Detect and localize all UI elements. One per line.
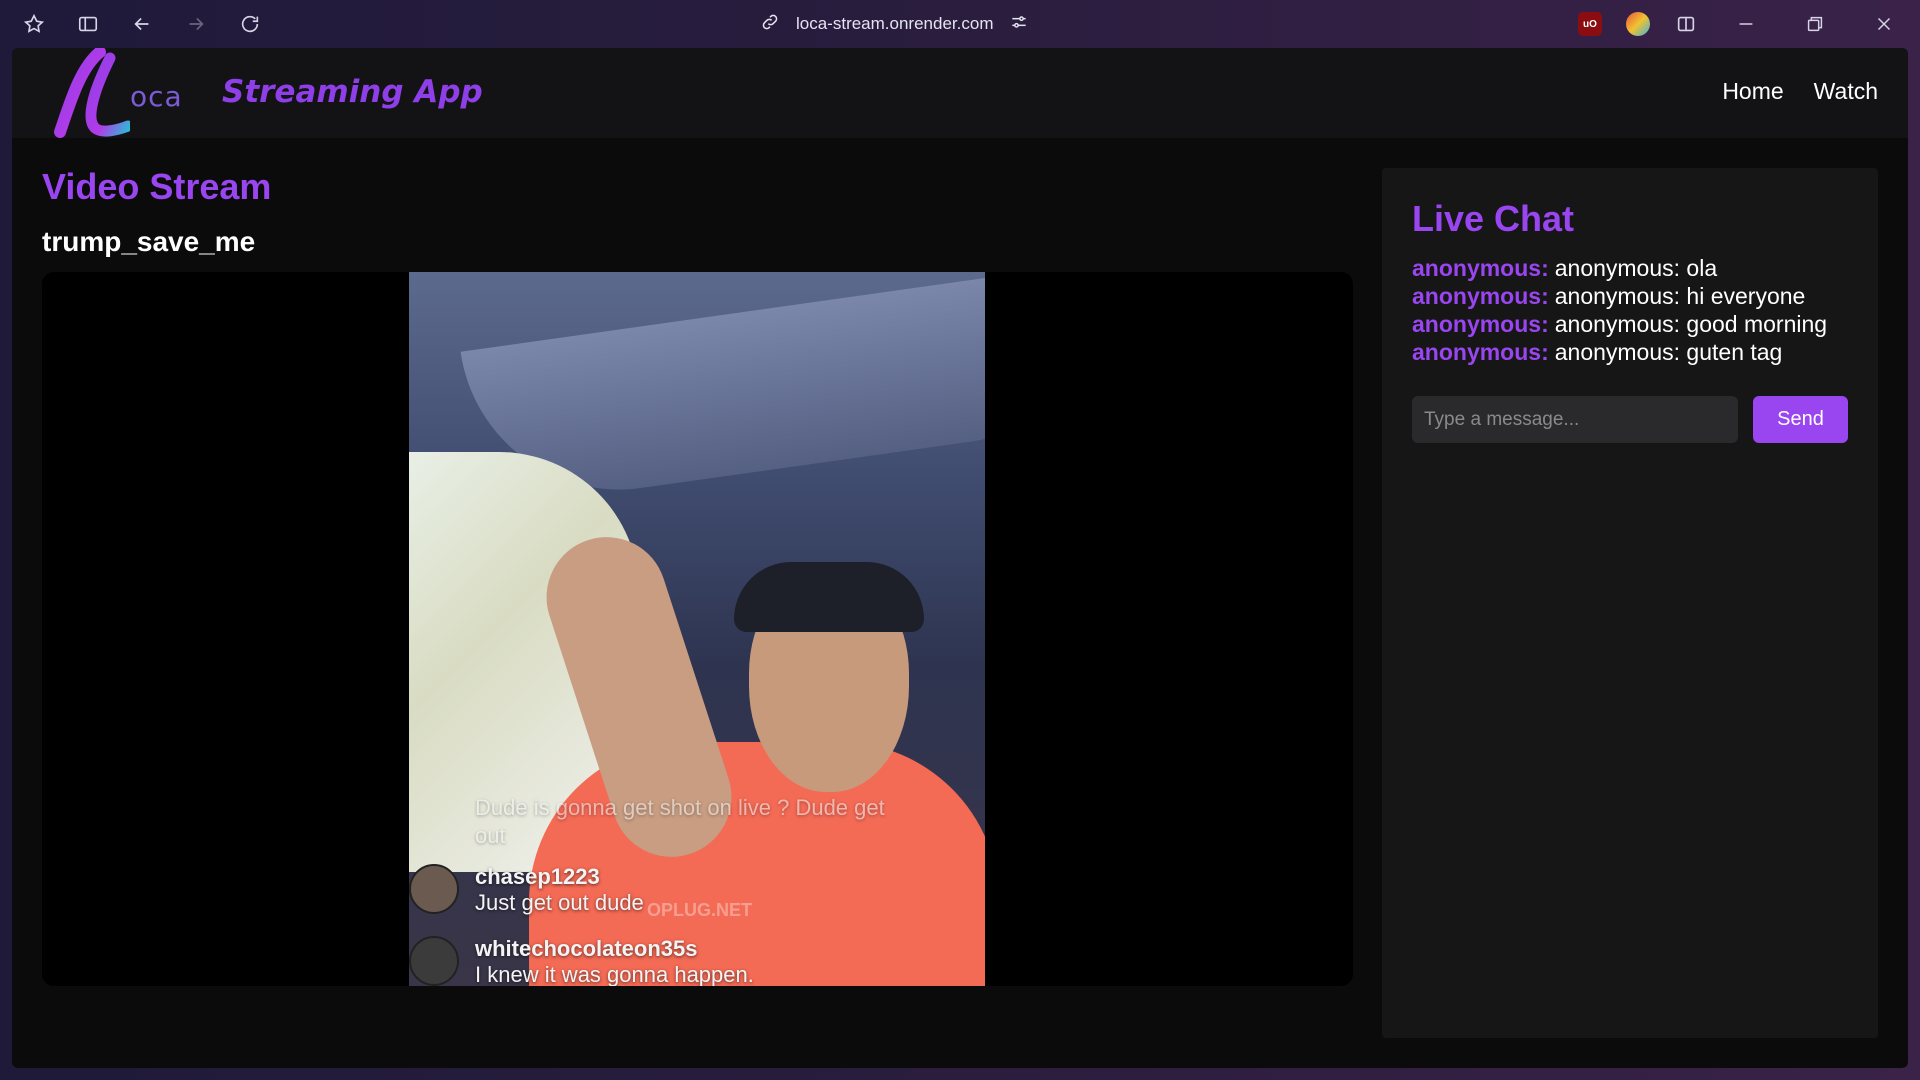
nav-links: Home Watch [1722,78,1878,105]
nav-home-link[interactable]: Home [1722,78,1783,105]
chat-message-author: anonymous: [1412,311,1549,337]
nav-watch-link[interactable]: Watch [1814,78,1878,105]
chat-message: anonymous: anonymous: good morning [1412,310,1862,338]
minimize-icon[interactable] [1732,10,1760,38]
chat-message: anonymous: anonymous: hi everyone [1412,282,1862,310]
video-stream-title: Video Stream [42,166,272,207]
chat-message-text: anonymous: guten tag [1554,339,1783,365]
video-watermark: OPLUG.NET [647,900,753,920]
live-chat-title: Live Chat [1412,198,1575,239]
logo-text: oca [130,80,183,113]
commenter-avatar [409,864,459,914]
overlay-comment-user: whitechocolateon35s [475,936,698,961]
chat-message-author: anonymous: [1412,255,1549,281]
browser-menu-icon[interactable] [20,10,48,38]
chat-message-author: anonymous: [1412,283,1549,309]
send-button[interactable]: Send [1753,396,1848,443]
app-title: Streaming App [222,74,483,110]
back-icon[interactable] [128,10,156,38]
app-logo[interactable]: oca [50,48,183,138]
logo-mark-icon [54,48,134,138]
video-frame[interactable]: Dude is gonna get shot on live ? Dude ge… [409,272,985,986]
link-icon [760,12,780,37]
chat-message-author: anonymous: [1412,339,1549,365]
live-chat-panel: Live Chat anonymous: anonymous: ola anony… [1382,168,1878,1038]
chat-message: anonymous: anonymous: ola [1412,254,1862,282]
chat-messages: anonymous: anonymous: ola anonymous: anony… [1412,254,1862,366]
browser-toolbar: loca-stream.onrender.com uO [0,0,1920,48]
chat-message: anonymous: anonymous: guten tag [1412,338,1862,366]
top-navbar: oca Streaming App Home Watch [12,48,1908,138]
url-text[interactable]: loca-stream.onrender.com [796,14,993,34]
chat-message-text: anonymous: hi everyone [1554,283,1806,309]
video-player[interactable]: Dude is gonna get shot on live ? Dude ge… [42,272,1353,986]
chat-message-input[interactable] [1412,396,1738,443]
restore-icon[interactable] [1801,10,1829,38]
split-view-icon[interactable] [1672,10,1700,38]
reload-icon[interactable] [236,10,264,38]
overlay-comment: Dude is gonna get shot on live ? Dude ge… [475,794,895,850]
stream-section: Video Stream trump_save_me [42,166,1354,258]
video-scene-cap [734,562,924,632]
close-window-icon[interactable] [1870,10,1898,38]
web-page: oca Streaming App Home Watch Video Strea… [12,48,1908,1068]
commenter-avatar [409,936,459,986]
extension-icon[interactable] [1626,12,1650,36]
overlay-comment-user: chasep1223 [475,864,600,889]
overlay-comment: whitechocolateon35s I knew it was gonna … [475,936,754,986]
ublock-extension-icon[interactable]: uO [1578,12,1602,36]
chat-message-text: anonymous: ola [1554,255,1718,281]
overlay-comment-text: Just get out dude [475,890,644,915]
chat-message-text: anonymous: good morning [1554,311,1828,337]
address-bar[interactable]: loca-stream.onrender.com [760,10,1029,38]
site-settings-icon[interactable] [1009,12,1029,37]
overlay-comment: chasep1223 Just get out dude [475,864,644,916]
overlay-comment-text: Dude is gonna get shot on live ? Dude ge… [475,795,885,848]
forward-icon[interactable] [182,10,210,38]
overlay-comment-text: I knew it was gonna happen. [475,962,754,986]
sidebar-toggle-icon[interactable] [74,10,102,38]
stream-name: trump_save_me [42,226,256,257]
